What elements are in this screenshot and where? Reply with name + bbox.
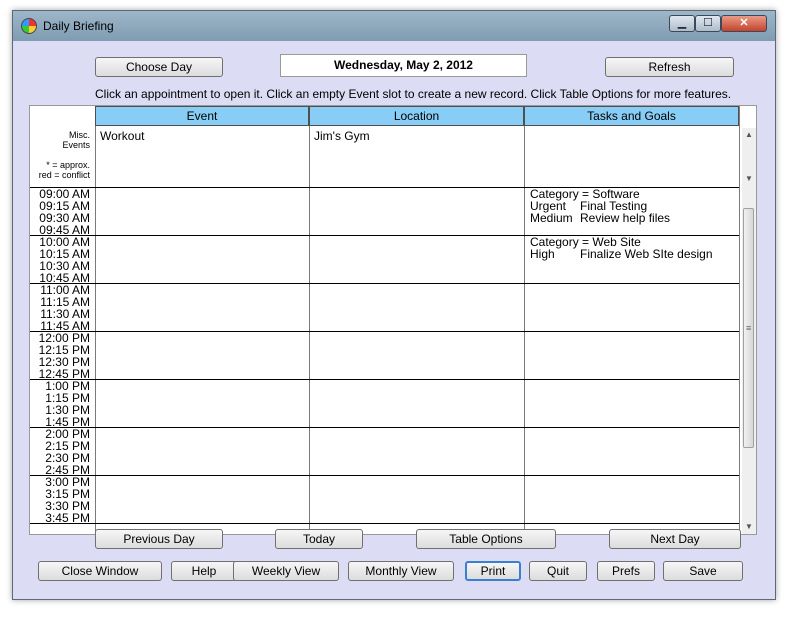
grid-line	[739, 106, 740, 534]
task-group-web-site[interactable]: Category = Web Site High Finalize Web SIt…	[530, 236, 713, 260]
hour-divider	[30, 475, 739, 476]
scroll-up-icon[interactable]: ▲	[742, 128, 756, 142]
close-window-button[interactable]: Close Window	[38, 561, 162, 581]
previous-day-button[interactable]: Previous Day	[95, 529, 223, 549]
current-date-display: Wednesday, May 2, 2012	[280, 54, 527, 77]
print-button[interactable]: Print	[465, 561, 521, 581]
instruction-text: Click an appointment to open it. Click a…	[95, 87, 732, 101]
time-block-1pm: 1:00 PM 1:15 PM 1:30 PM 1:45 PM	[45, 379, 90, 429]
window-title: Daily Briefing	[43, 19, 114, 33]
column-header-location: Location	[309, 106, 524, 126]
column-header-tasks: Tasks and Goals	[524, 106, 739, 126]
save-button[interactable]: Save	[663, 561, 743, 581]
misc-event-workout[interactable]: Workout	[100, 130, 144, 142]
maximize-button[interactable]: ☐	[695, 15, 721, 32]
close-button[interactable]: ✕	[721, 15, 767, 32]
hour-divider	[30, 331, 739, 332]
scroll-down-icon[interactable]: ▼	[742, 172, 756, 186]
task-group-software[interactable]: Category = Software Urgent Final Testing …	[530, 188, 670, 224]
scroll-down-icon[interactable]: ▼	[742, 520, 756, 534]
weekly-view-button[interactable]: Weekly View	[233, 561, 339, 581]
hour-divider	[30, 283, 739, 284]
time-block-12pm: 12:00 PM 12:15 PM 12:30 PM 12:45 PM	[38, 331, 90, 381]
choose-day-button[interactable]: Choose Day	[95, 57, 223, 77]
grip-icon: ≡	[746, 323, 752, 333]
time-block-11am: 11:00 AM 11:15 AM 11:30 AM 11:45 AM	[40, 283, 90, 333]
misc-events-label: Misc. Events	[62, 130, 90, 150]
hour-divider	[30, 427, 739, 428]
time-block-3pm: 3:00 PM 3:15 PM 3:30 PM 3:45 PM	[45, 475, 90, 525]
client-area: Choose Day Wednesday, May 2, 2012 Refres…	[20, 41, 768, 594]
time-block-10am: 10:00 AM 10:15 AM 10:30 AM 10:45 AM	[39, 235, 90, 285]
minimize-button[interactable]: ▁	[669, 15, 695, 32]
column-header-event: Event	[95, 106, 309, 126]
hour-divider	[30, 523, 739, 524]
title-bar[interactable]: Daily Briefing ▁ ☐ ✕	[13, 11, 775, 41]
task-item[interactable]: Medium Review help files	[530, 212, 670, 224]
time-block-2pm: 2:00 PM 2:15 PM 2:30 PM 2:45 PM	[45, 427, 90, 477]
prefs-button[interactable]: Prefs	[597, 561, 655, 581]
table-options-button[interactable]: Table Options	[416, 529, 556, 549]
misc-location: Jim's Gym	[314, 129, 370, 143]
daily-briefing-window: Daily Briefing ▁ ☐ ✕ Choose Day Wednesda…	[12, 10, 776, 600]
time-block-9am: 09:00 AM 09:15 AM 09:30 AM 09:45 AM	[39, 187, 90, 237]
vertical-scrollbar[interactable]: ▲ ▼ ≡ ▼	[742, 128, 756, 534]
hour-divider	[30, 379, 739, 380]
task-item[interactable]: High Finalize Web SIte design	[530, 248, 713, 260]
today-button[interactable]: Today	[275, 529, 363, 549]
refresh-button[interactable]: Refresh	[605, 57, 734, 77]
scroll-thumb[interactable]: ≡	[743, 208, 754, 448]
app-logo-icon	[21, 18, 37, 34]
legend-label: * = approx. red = conflict	[38, 160, 90, 180]
help-button[interactable]: Help	[171, 561, 237, 581]
monthly-view-button[interactable]: Monthly View	[348, 561, 454, 581]
schedule-table: Event Location Tasks and Goals Misc. Eve…	[29, 105, 757, 535]
next-day-button[interactable]: Next Day	[609, 529, 741, 549]
quit-button[interactable]: Quit	[529, 561, 587, 581]
